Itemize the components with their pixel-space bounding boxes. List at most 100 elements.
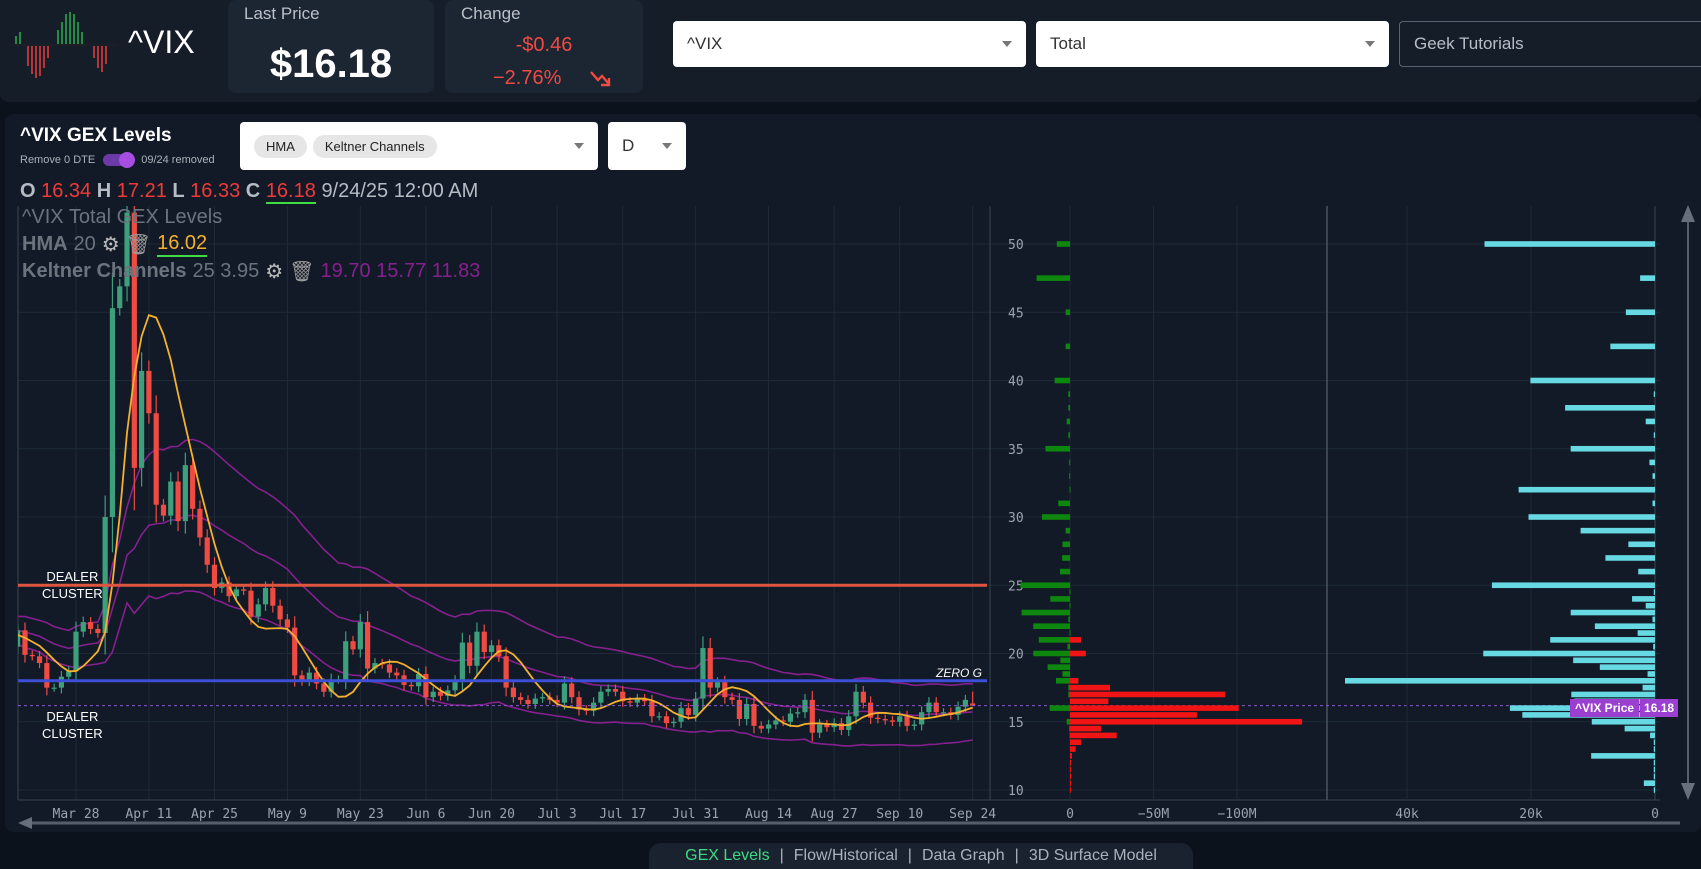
- candle-body: [663, 716, 670, 724]
- right-bar: [1345, 678, 1655, 684]
- y-tick-label: 40: [1008, 375, 1024, 390]
- gex-positive-bar: [1038, 637, 1070, 643]
- candle-body: [36, 656, 43, 664]
- right-bar: [1594, 623, 1655, 629]
- scroll-up-arrow-icon[interactable]: [1681, 205, 1695, 222]
- right-bar: [1484, 241, 1655, 247]
- right-bar: [1653, 589, 1655, 595]
- candle-body: [109, 308, 116, 517]
- scroll-down-arrow-icon[interactable]: [1681, 783, 1695, 800]
- scroll-left-arrow-icon[interactable]: [18, 817, 32, 829]
- candle-body: [146, 370, 152, 414]
- right-bar: [1570, 609, 1655, 616]
- gex-negative-bar: [1070, 650, 1086, 657]
- candle-body: [539, 697, 546, 699]
- candle-body: [773, 720, 779, 725]
- right-bar: [1649, 459, 1655, 466]
- y-tick-label: 30: [1008, 511, 1024, 526]
- candle-body: [22, 630, 28, 655]
- gex-positive-bar: [1065, 527, 1070, 534]
- candle-body: [904, 716, 910, 726]
- gex-positive-bar: [1036, 275, 1070, 281]
- x-tick-label: Apr 11: [125, 807, 172, 822]
- price-tag-label: ^VIX Price: [1570, 699, 1640, 717]
- candle-body: [182, 465, 188, 522]
- x-tick-label: Jul 17: [599, 807, 646, 822]
- gex-positive-bar: [1068, 684, 1070, 691]
- candle-body: [408, 684, 414, 687]
- candle-body: [343, 641, 349, 680]
- gex-negative-bar: [1070, 766, 1071, 773]
- hma-period: 20: [73, 233, 96, 255]
- gex-positive-bar: [1059, 568, 1070, 575]
- gex-negative-bar: [1070, 759, 1071, 766]
- candle-body: [160, 504, 167, 516]
- candle-body: [44, 663, 50, 688]
- gex-positive-bar: [1054, 377, 1070, 384]
- gex-chart[interactable]: 101520253035404550Mar 28 Apr 11 Apr 25 May …: [0, 0, 1701, 867]
- right-bar: [1647, 671, 1655, 677]
- gex-positive-bar: [1047, 664, 1070, 670]
- tab-3d-surface-model[interactable]: 3D Surface Model: [1029, 847, 1157, 865]
- gex-positive-bar: [1021, 609, 1070, 616]
- cluster-text: CLUSTER: [42, 586, 103, 601]
- candle-body: [197, 508, 203, 538]
- right-bar: [1624, 725, 1655, 732]
- candle-body: [474, 631, 480, 666]
- candle-body: [365, 622, 371, 669]
- x-tick-label: May 9: [268, 807, 307, 822]
- gex-positive-bar: [1033, 623, 1070, 629]
- tab-flow-historical[interactable]: Flow/Historical: [794, 847, 898, 865]
- candle-body: [503, 656, 509, 688]
- gex-positive-bar: [1066, 718, 1070, 725]
- trash-icon[interactable]: 🗑: [126, 232, 151, 257]
- gex-positive-bar: [1041, 514, 1070, 520]
- candle-body: [255, 604, 261, 617]
- right-bar: [1652, 473, 1655, 479]
- right-bar: [1653, 787, 1655, 793]
- candle-body: [0, 629, 5, 630]
- candle-body: [117, 286, 123, 309]
- right-bar: [1653, 739, 1655, 746]
- gex-negative-bar: [1070, 787, 1071, 793]
- right-bar: [1640, 275, 1655, 281]
- series-title: ^VIX Total GEX Levels: [22, 206, 223, 228]
- right-bar: [1570, 445, 1655, 452]
- x-tick-label: Sep 24: [949, 807, 996, 822]
- gex-positive-bar: [1068, 691, 1070, 698]
- gex-negative-bar: [1070, 637, 1082, 643]
- gex-negative-bar: [1070, 712, 1197, 718]
- gex-x-tick-label: −100M: [1217, 807, 1256, 822]
- gex-positive-bar: [1050, 596, 1070, 602]
- x-tick-label: May 23: [337, 807, 384, 822]
- gear-icon[interactable]: ⚙: [102, 232, 120, 257]
- tab-separator: |: [907, 847, 912, 864]
- candle-body: [911, 724, 917, 726]
- gex-positive-bar: [1065, 309, 1070, 316]
- candle-body: [204, 537, 210, 565]
- candle-body: [816, 724, 823, 733]
- candle-body: [350, 641, 356, 650]
- right-bar: [1637, 630, 1655, 636]
- y-tick-label: 10: [1008, 784, 1024, 799]
- keltner-legend: Keltner Channels 25 3.95 ⚙ 🗑 19.70 15.77 1…: [22, 259, 480, 284]
- right-bar: [1653, 759, 1655, 766]
- gear-icon[interactable]: ⚙: [265, 259, 283, 284]
- right-bar: [1642, 684, 1655, 691]
- tab-data-graph[interactable]: Data Graph: [922, 847, 1005, 865]
- candle-body: [787, 713, 794, 722]
- candle-body: [168, 481, 174, 516]
- right-bar: [1645, 602, 1655, 609]
- right-bar: [1652, 616, 1655, 623]
- tab-gex-levels[interactable]: GEX Levels: [685, 847, 769, 865]
- zero-g-label: ZERO G: [936, 666, 983, 680]
- candle-body: [241, 589, 247, 591]
- tab-separator: |: [1014, 847, 1019, 864]
- candle-body: [467, 642, 473, 666]
- right-bar: [1653, 746, 1655, 752]
- trash-icon[interactable]: 🗑: [289, 259, 314, 284]
- bottom-tab-bar: GEX Levels | Flow/Historical | Data Graph |…: [649, 843, 1193, 869]
- right-bar: [1643, 780, 1655, 786]
- candle-body: [459, 642, 465, 681]
- candle-body: [795, 712, 801, 714]
